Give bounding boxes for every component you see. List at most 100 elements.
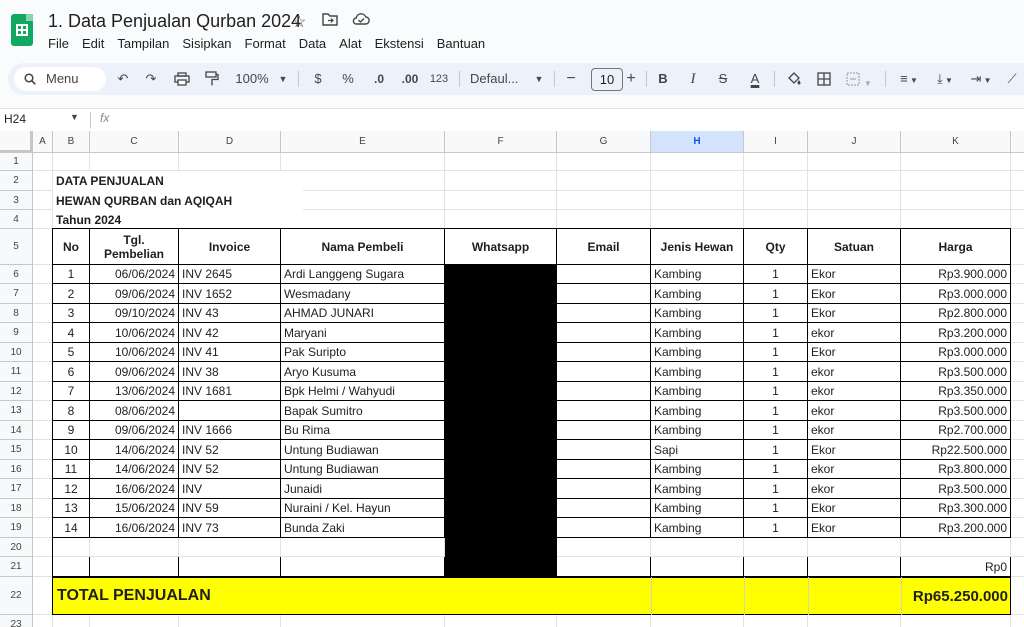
grid-cell[interactable] <box>90 615 179 627</box>
table-cell[interactable]: 16/06/2024 <box>90 479 179 499</box>
grid-cell[interactable] <box>90 153 179 171</box>
menu-search[interactable]: Menu <box>14 67 106 91</box>
table-cell[interactable]: 1 <box>744 362 808 382</box>
grid-cell[interactable] <box>744 153 808 171</box>
table-cell[interactable] <box>557 401 651 421</box>
grid-cell[interactable] <box>445 615 557 627</box>
grid-cell[interactable] <box>33 153 53 171</box>
table-cell[interactable]: Rp3.350.000 <box>901 382 1011 401</box>
table-cell[interactable]: 09/10/2024 <box>90 304 179 323</box>
row-header[interactable]: 7 <box>0 284 33 304</box>
table-cell[interactable]: 1 <box>744 421 808 440</box>
grid-cell[interactable] <box>33 615 53 627</box>
table-cell[interactable]: 16/06/2024 <box>90 518 179 538</box>
grid-cell[interactable] <box>33 401 53 421</box>
table-cell[interactable]: Kambing <box>651 362 744 382</box>
grid-cell[interactable] <box>1011 577 1024 615</box>
grid-cell[interactable] <box>1011 499 1024 518</box>
grid-cell[interactable] <box>1011 479 1024 499</box>
row-header[interactable]: 17 <box>0 479 33 499</box>
font-size-input[interactable]: 10 <box>591 68 623 91</box>
table-cell[interactable] <box>179 557 281 577</box>
table-cell[interactable]: 1 <box>744 499 808 518</box>
grid-cell[interactable] <box>33 284 53 304</box>
sheets-logo-icon[interactable] <box>11 14 33 46</box>
grid-cell[interactable] <box>281 171 445 191</box>
grid-cell[interactable] <box>1011 323 1024 343</box>
grid-cell[interactable] <box>651 538 744 557</box>
table-cell[interactable]: INV 52 <box>179 440 281 460</box>
column-header-extra[interactable] <box>1011 131 1024 153</box>
grid-cell[interactable] <box>1011 382 1024 401</box>
table-cell[interactable] <box>557 284 651 304</box>
table-cell[interactable]: Bunda Zaki <box>281 518 445 538</box>
grid-cell[interactable] <box>808 191 901 210</box>
menu-help[interactable]: Bantuan <box>437 36 485 51</box>
table-cell[interactable]: Rp3.500.000 <box>901 401 1011 421</box>
column-header-h[interactable]: H <box>651 131 744 153</box>
table-cell[interactable]: Kambing <box>651 304 744 323</box>
table-cell[interactable] <box>557 304 651 323</box>
increase-font-size-button[interactable]: + <box>624 63 638 95</box>
grid-cell[interactable] <box>179 538 281 557</box>
table-cell[interactable]: 1 <box>744 323 808 343</box>
table-cell[interactable]: 1 <box>744 382 808 401</box>
grid-cell[interactable] <box>651 191 744 210</box>
table-cell[interactable]: Sapi <box>651 440 744 460</box>
table-cell[interactable]: Kambing <box>651 479 744 499</box>
grid-cell[interactable] <box>90 538 179 557</box>
table-cell[interactable]: 1 <box>744 440 808 460</box>
row-header[interactable]: 11 <box>0 362 33 382</box>
table-cell[interactable]: 09/06/2024 <box>90 284 179 304</box>
table-cell[interactable]: Rp3.300.000 <box>901 499 1011 518</box>
row-header[interactable]: 3 <box>0 191 33 210</box>
table-cell[interactable]: ekor <box>808 401 901 421</box>
menu-view[interactable]: Tampilan <box>117 36 169 51</box>
table-cell[interactable]: Kambing <box>651 499 744 518</box>
grid-cell[interactable] <box>179 615 281 627</box>
table-cell[interactable]: Kambing <box>651 265 744 284</box>
grid-cell[interactable] <box>53 153 90 171</box>
table-cell[interactable]: Rp2.800.000 <box>901 304 1011 323</box>
grid-cell[interactable] <box>1011 210 1024 229</box>
row-header[interactable]: 23 <box>0 615 33 627</box>
grid-cell[interactable] <box>557 153 651 171</box>
grid-cell[interactable] <box>744 191 808 210</box>
table-cell[interactable]: 9 <box>53 421 90 440</box>
table-cell[interactable]: INV 59 <box>179 499 281 518</box>
table-cell[interactable]: Bpk Helmi / Wahyudi <box>281 382 445 401</box>
table-cell[interactable]: 14/06/2024 <box>90 460 179 479</box>
chevron-down-icon[interactable]: ▼ <box>534 63 544 95</box>
row-header[interactable]: 4 <box>0 210 33 229</box>
menu-edit[interactable]: Edit <box>82 36 104 51</box>
grid-cell[interactable] <box>744 171 808 191</box>
row-header[interactable]: 12 <box>0 382 33 401</box>
grid-cell[interactable] <box>33 499 53 518</box>
column-header-e[interactable]: E <box>281 131 445 153</box>
row-header[interactable]: 21 <box>0 557 33 577</box>
font-select[interactable]: Defaul... <box>470 63 524 95</box>
italic-button[interactable]: I <box>686 63 700 95</box>
grid-cell[interactable] <box>1011 362 1024 382</box>
spreadsheet-grid[interactable]: A B C D E F G H I J K 1 2 3 4 5 6 7 8 9 10 11 12 13 14 15 16 17 18 19… <box>0 131 1024 627</box>
table-cell[interactable]: Aryo Kusuma <box>281 362 445 382</box>
grid-cell[interactable] <box>557 615 651 627</box>
grid-cell[interactable] <box>33 171 53 191</box>
grid-cell[interactable] <box>744 210 808 229</box>
bold-button[interactable]: B <box>656 63 670 95</box>
column-header-i[interactable]: I <box>744 131 808 153</box>
grid-cell[interactable] <box>33 577 53 615</box>
grid-cell[interactable] <box>33 362 53 382</box>
column-header-f[interactable]: F <box>445 131 557 153</box>
grid-cell[interactable] <box>1011 171 1024 191</box>
grid-cell[interactable] <box>1011 518 1024 538</box>
cloud-status-icon[interactable] <box>352 12 370 31</box>
table-cell[interactable]: INV <box>179 479 281 499</box>
table-cell[interactable]: INV 42 <box>179 323 281 343</box>
table-cell[interactable]: Rp22.500.000 <box>901 440 1011 460</box>
table-cell[interactable] <box>90 557 179 577</box>
table-cell[interactable] <box>557 518 651 538</box>
grid-cell[interactable] <box>179 153 281 171</box>
table-cell[interactable]: 1 <box>53 265 90 284</box>
table-cell[interactable]: Ekor <box>808 343 901 362</box>
